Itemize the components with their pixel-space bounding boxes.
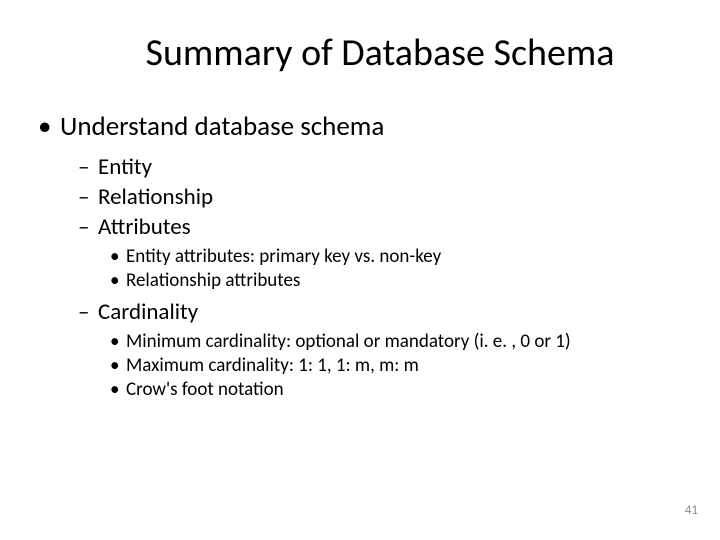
bullet-text: Relationship	[98, 183, 213, 211]
bullet-list-level2: Entity Relationship Attributes Entity at…	[78, 153, 680, 401]
page-number: 41	[685, 503, 698, 518]
list-item: Maximum cardinality: 1: 1, 1: m, m: m	[110, 354, 680, 377]
bullet-list-level3: Entity attributes: primary key vs. non-k…	[110, 245, 680, 292]
list-item: Entity	[78, 153, 680, 181]
bullet-text: Crow's foot notation	[126, 378, 284, 401]
bullet-text: Relationship attributes	[126, 269, 300, 292]
slide: Summary of Database Schema Understand da…	[0, 0, 720, 540]
list-item: Relationship attributes	[110, 269, 680, 292]
list-item: Cardinality Minimum cardinality: optiona…	[78, 298, 680, 401]
bullet-text: Attributes	[98, 213, 191, 241]
slide-title: Summary of Database Schema	[80, 30, 680, 76]
list-item: Relationship	[78, 183, 680, 211]
bullet-list-level3: Minimum cardinality: optional or mandato…	[110, 330, 680, 401]
list-item: Attributes Entity attributes: primary ke…	[78, 213, 680, 292]
bullet-text: Understand database schema	[60, 110, 384, 143]
list-item: Minimum cardinality: optional or mandato…	[110, 330, 680, 353]
list-item: Understand database schema Entity Relati…	[38, 110, 680, 401]
bullet-text: Cardinality	[98, 298, 198, 326]
list-item: Crow's foot notation	[110, 378, 680, 401]
bullet-text: Entity	[98, 153, 152, 181]
bullet-text: Entity attributes: primary key vs. non-k…	[126, 245, 441, 268]
bullet-text: Maximum cardinality: 1: 1, 1: m, m: m	[126, 354, 419, 377]
bullet-text: Minimum cardinality: optional or mandato…	[126, 330, 571, 353]
list-item: Entity attributes: primary key vs. non-k…	[110, 245, 680, 268]
bullet-list-level1: Understand database schema Entity Relati…	[38, 110, 680, 401]
